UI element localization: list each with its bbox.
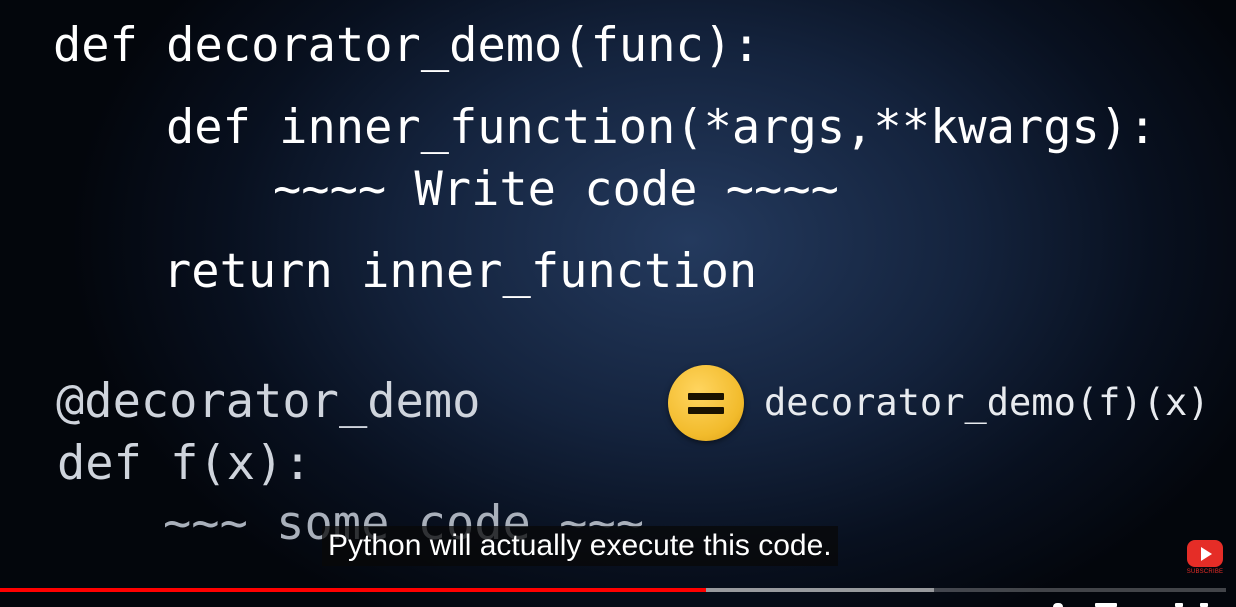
video-player[interactable]: def decorator_demo(func): def inner_func…	[0, 0, 1236, 607]
code-line-def-f: def f(x):	[57, 436, 312, 491]
caption-text: Python will actually execute this code.	[328, 529, 832, 562]
code-line-def-decorator: def decorator_demo(func):	[53, 18, 761, 73]
progress-played	[0, 588, 707, 592]
subscribe-watermark[interactable]: SUBSCRIBE	[1186, 540, 1224, 576]
equivalent-call-text: decorator_demo(f)(x)	[764, 381, 1210, 424]
youtube-play-icon	[1187, 540, 1223, 567]
equals-bar-top	[688, 393, 724, 400]
settings-icon[interactable]	[1053, 603, 1063, 607]
progress-bar[interactable]	[0, 588, 1226, 592]
code-line-write-code: ~~~~ Write code ~~~~	[273, 162, 839, 217]
miniplayer-icon[interactable]	[1095, 603, 1117, 607]
code-line-def-inner-function: def inner_function(*args,**kwargs):	[166, 100, 1157, 155]
subscribe-label: SUBSCRIBE	[1186, 569, 1224, 575]
player-controls	[0, 596, 1236, 607]
code-line-return: return inner_function	[163, 244, 758, 299]
code-line-decorator-usage: @decorator_demo	[56, 374, 481, 429]
caption-box: Python will actually execute this code.	[322, 526, 838, 566]
fullscreen-icon[interactable]	[1175, 603, 1183, 607]
equals-icon	[668, 365, 744, 441]
equals-bar-bottom	[688, 407, 724, 414]
fullscreen-corner-icon	[1200, 603, 1208, 607]
